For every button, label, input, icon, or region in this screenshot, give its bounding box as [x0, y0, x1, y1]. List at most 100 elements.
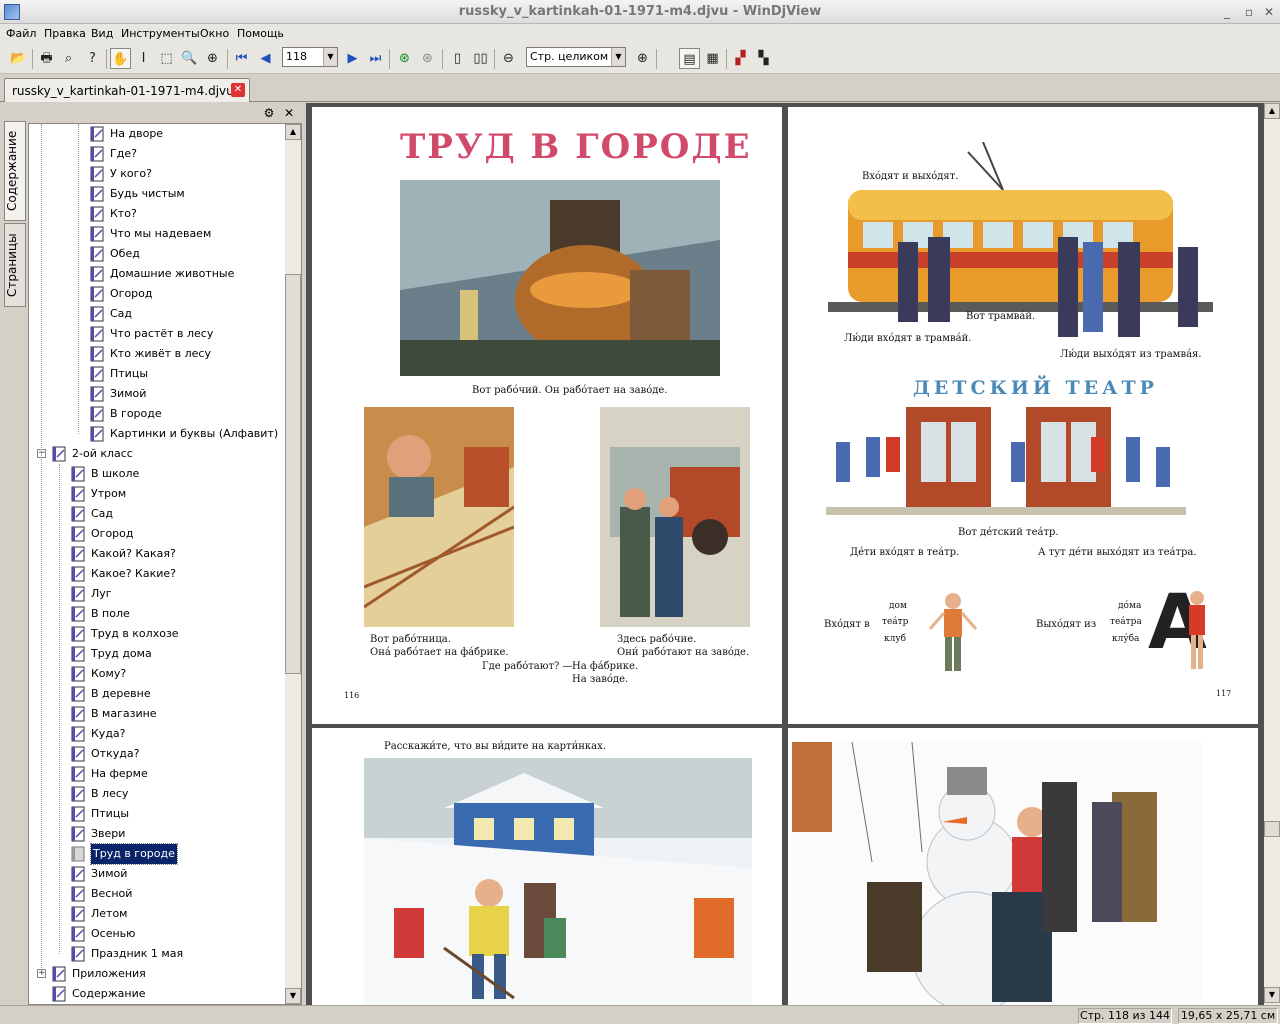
- maximize-button[interactable]: ▫: [1240, 4, 1258, 20]
- close-tab-icon[interactable]: ✕: [231, 83, 245, 97]
- tree-item-class2-child[interactable]: Какой? Какая?: [29, 544, 285, 564]
- one-page-view-icon[interactable]: ▤: [679, 48, 700, 69]
- help-icon[interactable]: ?: [82, 48, 103, 69]
- tree-item-level2[interactable]: Кто?: [29, 204, 285, 224]
- tree-item-class2-child[interactable]: Весной: [29, 884, 285, 904]
- chevron-down-icon[interactable]: ▼: [323, 48, 337, 66]
- tree-item-class2-child[interactable]: Откуда?: [29, 744, 285, 764]
- tree-item-class2-child[interactable]: Куда?: [29, 724, 285, 744]
- tree-item-level2[interactable]: Сад: [29, 304, 285, 324]
- tree-item-level2[interactable]: Будь чистым: [29, 184, 285, 204]
- tree-item-class2-child[interactable]: Кому?: [29, 664, 285, 684]
- menu-edit[interactable]: Правка: [44, 27, 86, 40]
- tree-item-class2-child[interactable]: Звери: [29, 824, 285, 844]
- tree-item-class2-child[interactable]: Сад: [29, 504, 285, 524]
- tree-item-class2-child[interactable]: Праздник 1 мая: [29, 944, 285, 964]
- zoom-out-icon[interactable]: ⊖: [498, 48, 519, 69]
- question-where: Где рабо́тают? —: [482, 661, 573, 672]
- next-page-icon[interactable]: ▶: [342, 48, 363, 69]
- forward-icon[interactable]: ⊛: [417, 48, 438, 69]
- tree-item-label: Звери: [91, 827, 126, 840]
- hand-tool-icon[interactable]: ✋: [110, 48, 131, 69]
- tree-item-appendix[interactable]: Приложения: [29, 964, 285, 984]
- tree-item-level2[interactable]: Обед: [29, 244, 285, 264]
- tree-item-contents[interactable]: Содержание: [29, 984, 285, 1004]
- rect-select-icon[interactable]: ⬚: [156, 48, 177, 69]
- minimize-button[interactable]: _: [1218, 4, 1236, 20]
- tree-item-level2[interactable]: На дворе: [29, 124, 285, 144]
- prev-page-icon[interactable]: ◀: [255, 48, 276, 69]
- tree-item-class2-child[interactable]: Осенью: [29, 924, 285, 944]
- tree-item-class2-child[interactable]: Какое? Какие?: [29, 564, 285, 584]
- tree-item-level2[interactable]: Кто живёт в лесу: [29, 344, 285, 364]
- find-icon[interactable]: ⌕: [58, 48, 79, 69]
- rotate-left-icon[interactable]: ▞: [730, 48, 751, 69]
- tree-item-level2[interactable]: Где?: [29, 144, 285, 164]
- tab-contents[interactable]: Содержание: [4, 121, 26, 221]
- tree-item-level2[interactable]: Что растёт в лесу: [29, 324, 285, 344]
- book-icon: [71, 566, 85, 582]
- print-icon[interactable]: 🖶: [36, 48, 57, 69]
- tree-item-label: Какой? Какая?: [91, 547, 176, 560]
- viewer-scrollbar[interactable]: ▲ ▼: [1264, 103, 1280, 1005]
- tree-item-class2-child[interactable]: В поле: [29, 604, 285, 624]
- two-page-icon[interactable]: ▯▯: [470, 48, 491, 69]
- tree-item-class2-child[interactable]: В магазине: [29, 704, 285, 724]
- tree-item-class2-child[interactable]: В деревне: [29, 684, 285, 704]
- zoom-select[interactable]: Стр. целиком ▼: [526, 47, 626, 67]
- zoom-rect-icon[interactable]: ⊕: [202, 48, 223, 69]
- document-viewer[interactable]: ТРУД В ГОРОДЕ Вот рабо́чий. Он рабо́тает…: [306, 103, 1264, 1005]
- tree-item-level2[interactable]: Домашние животные: [29, 264, 285, 284]
- tree-item-level2[interactable]: Картинки и буквы (Алфавит): [29, 424, 285, 444]
- tree-item-class2-child[interactable]: Птицы: [29, 804, 285, 824]
- tree-item-class2-child[interactable]: На ферме: [29, 764, 285, 784]
- close-sidebar-icon[interactable]: ✕: [282, 106, 296, 120]
- text-select-icon[interactable]: I: [133, 48, 154, 69]
- tree-item-level2[interactable]: В городе: [29, 404, 285, 424]
- menu-help[interactable]: Помощь: [237, 27, 284, 40]
- tree-item-class2-child[interactable]: Огород: [29, 524, 285, 544]
- tree-item-level2[interactable]: Что мы надеваем: [29, 224, 285, 244]
- tree-item-class2-child[interactable]: Летом: [29, 904, 285, 924]
- menu-file[interactable]: Файл: [6, 27, 36, 40]
- menu-tools[interactable]: Инструменты: [121, 27, 200, 40]
- single-page-icon[interactable]: ▯: [447, 48, 468, 69]
- tree-item-class2-child[interactable]: В лесу: [29, 784, 285, 804]
- chevron-down-icon[interactable]: ▼: [611, 48, 625, 66]
- scroll-thumb[interactable]: [285, 274, 301, 674]
- zoom-in-tool-icon[interactable]: 🔍: [179, 48, 200, 69]
- first-page-icon[interactable]: ⏮: [231, 48, 252, 69]
- caption-kids-in: Де́ти вхо́дят в теа́тр.: [850, 547, 960, 558]
- page-number-field[interactable]: 118 ▼: [282, 47, 338, 67]
- back-icon[interactable]: ⊛: [394, 48, 415, 69]
- close-button[interactable]: ✕: [1260, 4, 1278, 20]
- tree-item-level2[interactable]: Огород: [29, 284, 285, 304]
- tree-item-level2[interactable]: У кого?: [29, 164, 285, 184]
- tree-item-class2-child[interactable]: Зимой: [29, 864, 285, 884]
- document-tab[interactable]: russky_v_kartinkah-01-1971-m4.djvu ✕: [4, 78, 250, 102]
- menu-window[interactable]: Окно: [200, 27, 229, 40]
- continuous-view-icon[interactable]: ▦: [702, 48, 723, 69]
- tree-item-class2-child[interactable]: Труд в колхозе: [29, 624, 285, 644]
- scroll-up-arrow[interactable]: ▲: [285, 124, 301, 140]
- zoom-in-icon[interactable]: ⊕: [632, 48, 653, 69]
- tree-item-level2[interactable]: Зимой: [29, 384, 285, 404]
- tree-item-class2[interactable]: 2-ой класс: [29, 444, 285, 464]
- last-page-icon[interactable]: ⏭: [365, 48, 386, 69]
- tree-item-level2[interactable]: Птицы: [29, 364, 285, 384]
- tree-item-class2-child[interactable]: В школе: [29, 464, 285, 484]
- scroll-up-arrow[interactable]: ▲: [1264, 103, 1280, 119]
- tree-scrollbar[interactable]: ▲ ▼: [285, 124, 301, 1004]
- tree-item-class2-child[interactable]: Луг: [29, 584, 285, 604]
- scroll-down-arrow[interactable]: ▼: [1264, 987, 1280, 1003]
- tree-item-class2-child[interactable]: Труд дома: [29, 644, 285, 664]
- scroll-down-arrow[interactable]: ▼: [285, 988, 301, 1004]
- tree-item-selected[interactable]: Труд в городе: [29, 843, 285, 865]
- rotate-right-icon[interactable]: ▚: [753, 48, 774, 69]
- tree-item-class2-child[interactable]: Утром: [29, 484, 285, 504]
- scroll-thumb[interactable]: [1264, 821, 1280, 837]
- gear-icon[interactable]: ⚙: [262, 106, 276, 120]
- menu-view[interactable]: Вид: [91, 27, 113, 40]
- tab-pages[interactable]: Страницы: [4, 223, 26, 307]
- open-icon[interactable]: 📂: [8, 48, 29, 69]
